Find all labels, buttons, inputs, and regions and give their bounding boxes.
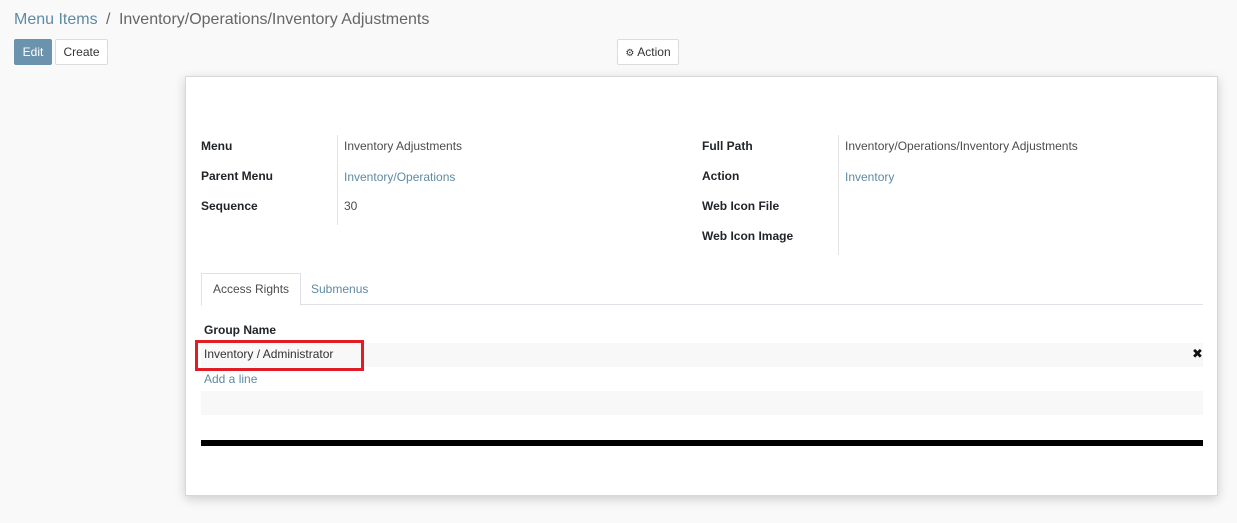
action-label: Action: [702, 169, 740, 183]
group-name-cell[interactable]: Inventory / Administrator: [204, 347, 333, 361]
web-icon-file-label: Web Icon File: [702, 199, 780, 213]
create-button[interactable]: Create: [55, 39, 108, 65]
full-path-label: Full Path: [702, 139, 753, 153]
edit-button[interactable]: Edit: [14, 39, 52, 65]
add-a-line-link[interactable]: Add a line: [204, 372, 257, 386]
empty-list-row: [201, 391, 1203, 415]
left-group-separator: [337, 135, 338, 225]
table-row[interactable]: Inventory / Administrator ✖: [201, 343, 1203, 367]
divider-bar: [201, 440, 1203, 446]
web-icon-image-label: Web Icon Image: [702, 229, 794, 243]
parent-menu-label: Parent Menu: [201, 169, 274, 183]
sequence-label: Sequence: [201, 199, 258, 213]
parent-menu-link[interactable]: Inventory/Operations: [344, 169, 455, 185]
breadcrumb-current: Inventory/Operations/Inventory Adjustmen…: [118, 11, 430, 28]
breadcrumb: Menu Items / Inventory/Operations/Invent…: [14, 10, 429, 30]
group-name-column-header[interactable]: Group Name: [204, 323, 276, 337]
form-sheet: Menu Inventory Adjustments Parent Menu I…: [185, 76, 1218, 496]
full-path-value: Inventory/Operations/Inventory Adjustmen…: [845, 139, 1078, 153]
menu-value: Inventory Adjustments: [344, 139, 463, 153]
breadcrumb-separator: /: [106, 11, 111, 28]
tab-access-rights[interactable]: Access Rights: [201, 273, 302, 306]
control-panel: Menu Items / Inventory/Operations/Invent…: [0, 0, 1237, 76]
gear-icon: ⚙: [625, 48, 635, 59]
breadcrumb-menu-items-link[interactable]: Menu Items: [14, 11, 98, 28]
action-button-label: Action: [637, 45, 671, 59]
action-button[interactable]: ⚙ Action: [617, 39, 679, 65]
sequence-value: 30: [344, 199, 358, 213]
action-link[interactable]: Inventory: [845, 169, 894, 185]
right-group-separator: [838, 135, 839, 255]
notebook-tabs: Access Rights Submenus: [201, 273, 1203, 306]
menu-label: Menu: [201, 139, 233, 153]
tab-submenus[interactable]: Submenus: [299, 273, 380, 305]
delete-row-icon[interactable]: ✖: [1192, 346, 1204, 362]
